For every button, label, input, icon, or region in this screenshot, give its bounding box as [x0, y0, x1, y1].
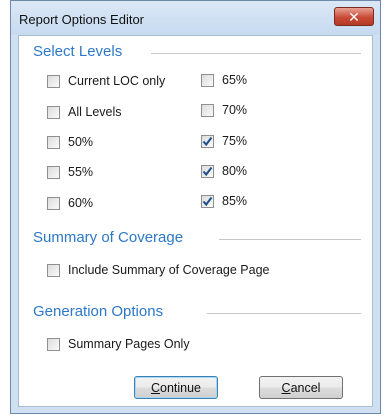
section-title-select-levels: Select Levels: [33, 43, 123, 60]
close-icon: ✕: [348, 8, 360, 25]
continue-label: ontinue: [160, 380, 202, 395]
checkbox-85[interactable]: 85%: [201, 193, 247, 209]
checkbox-box[interactable]: [47, 135, 60, 149]
continue-mnemonic: C: [150, 380, 160, 395]
close-button[interactable]: ✕: [334, 7, 374, 26]
checkbox-label: 50%: [68, 135, 94, 149]
section-title-summary-of-coverage: Summary of Coverage: [33, 229, 184, 246]
check-mark-icon: [202, 196, 213, 206]
checkbox-label: 75%: [222, 134, 248, 148]
checkbox-label: 60%: [68, 196, 94, 210]
cancel-button[interactable]: Cancel: [259, 376, 343, 399]
check-mark-icon: [202, 136, 213, 146]
checkbox-65[interactable]: 65%: [201, 72, 247, 88]
checkbox-70[interactable]: 70%: [201, 102, 247, 118]
checkbox-box[interactable]: [201, 134, 214, 148]
dialog-body: Select Levels Current LOC only All Level…: [18, 35, 373, 407]
checkbox-include-summary-of-coverage[interactable]: Include Summary of Coverage Page: [47, 262, 270, 278]
checkbox-box[interactable]: [201, 73, 214, 87]
checkbox-box[interactable]: [47, 196, 60, 210]
checkbox-50[interactable]: 50%: [47, 134, 93, 150]
section-title-generation-options: Generation Options: [33, 303, 164, 320]
section-divider: [207, 313, 361, 314]
checkbox-all-levels[interactable]: All Levels: [47, 104, 122, 120]
checkbox-box[interactable]: [47, 263, 60, 277]
continue-button[interactable]: Continue: [134, 376, 218, 399]
window-title: Report Options Editor: [19, 12, 145, 27]
checkbox-box[interactable]: [47, 337, 60, 351]
checkbox-55[interactable]: 55%: [47, 164, 93, 180]
checkbox-label: 65%: [222, 73, 248, 87]
checkbox-label: 70%: [222, 103, 248, 117]
checkbox-60[interactable]: 60%: [47, 195, 93, 211]
report-options-window: Report Options Editor ✕ Select Levels Cu…: [10, 0, 381, 414]
section-divider: [219, 239, 361, 240]
title-bar[interactable]: Report Options Editor ✕: [11, 1, 380, 35]
checkbox-box[interactable]: [201, 194, 214, 208]
check-mark-icon: [202, 166, 213, 176]
checkbox-80[interactable]: 80%: [201, 163, 247, 179]
checkbox-current-loc-only[interactable]: Current LOC only: [47, 73, 165, 89]
checkbox-label: All Levels: [68, 105, 122, 119]
section-divider: [151, 53, 361, 54]
cancel-label: ancel: [290, 380, 321, 395]
checkbox-label: 85%: [222, 194, 248, 208]
checkbox-label: 80%: [222, 164, 248, 178]
checkbox-label: Current LOC only: [68, 74, 166, 88]
cancel-mnemonic: C: [281, 380, 291, 395]
checkbox-box[interactable]: [47, 74, 60, 88]
checkbox-label: Include Summary of Coverage Page: [68, 263, 270, 277]
checkbox-box[interactable]: [201, 103, 214, 117]
checkbox-75[interactable]: 75%: [201, 133, 247, 149]
checkbox-label: 55%: [68, 165, 94, 179]
checkbox-label: Summary Pages Only: [68, 337, 190, 351]
checkbox-box[interactable]: [201, 164, 214, 178]
checkbox-box[interactable]: [47, 105, 60, 119]
checkbox-box[interactable]: [47, 165, 60, 179]
checkbox-summary-pages-only[interactable]: Summary Pages Only: [47, 336, 190, 352]
